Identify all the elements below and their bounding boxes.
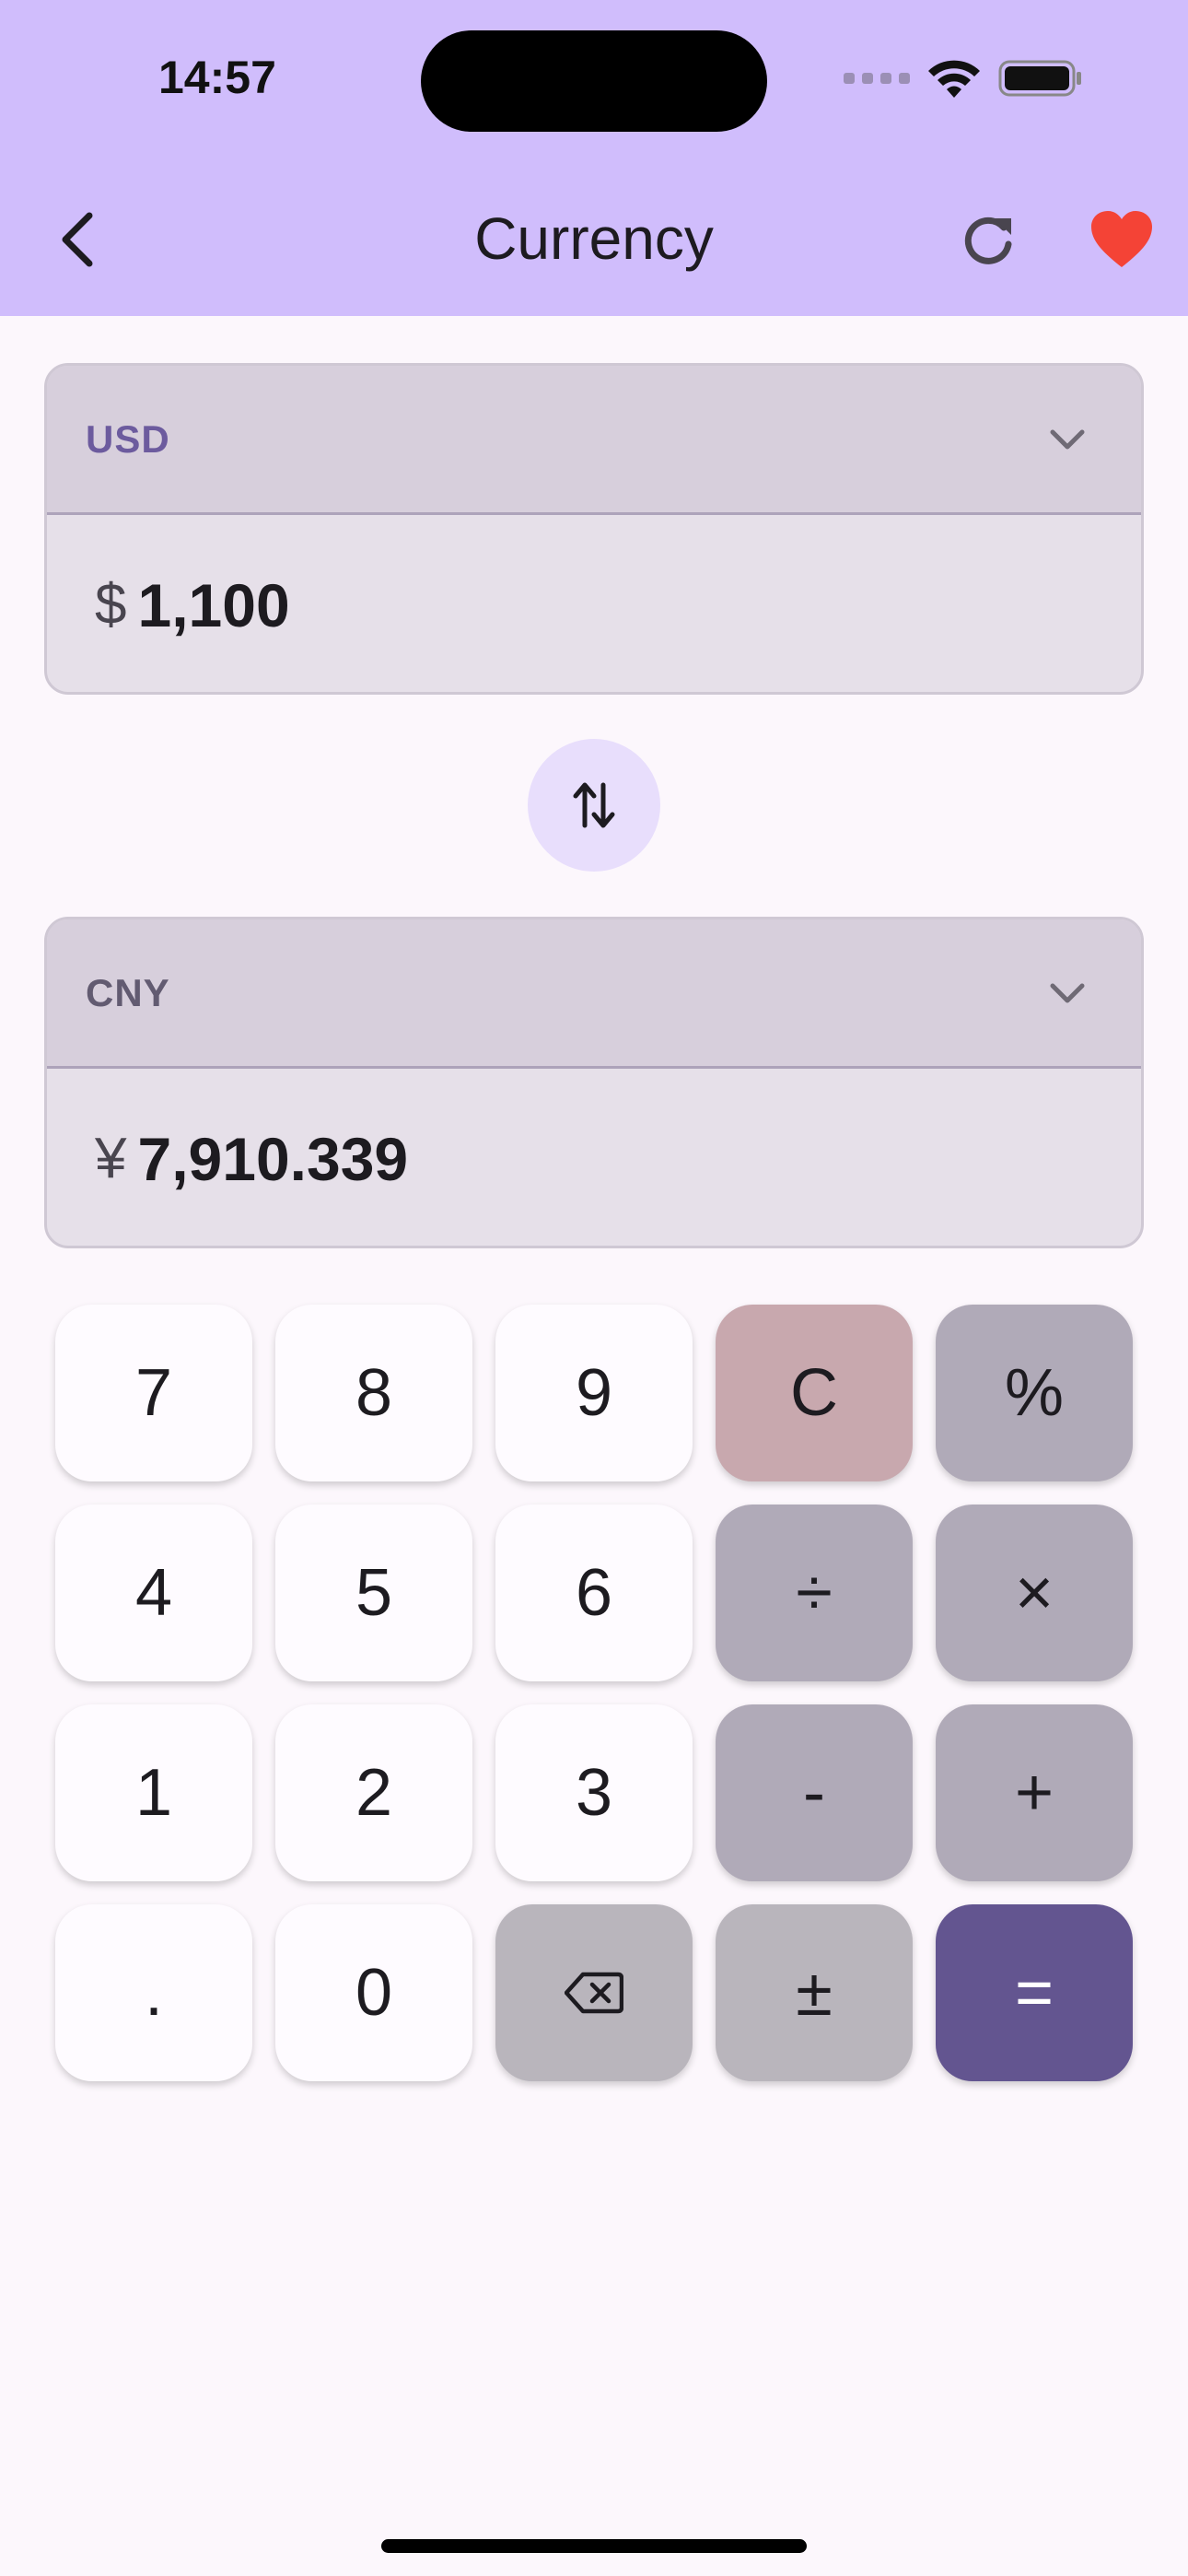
key-3[interactable]: 3 bbox=[495, 1704, 693, 1881]
from-currency-code: USD bbox=[86, 416, 170, 461]
chevron-down-icon bbox=[1050, 983, 1085, 1003]
status-time: 14:57 bbox=[158, 52, 276, 103]
percent-button[interactable]: % bbox=[936, 1305, 1133, 1481]
cellular-signal-icon bbox=[844, 73, 910, 84]
subtract-button[interactable]: - bbox=[716, 1704, 913, 1881]
divide-button[interactable]: ÷ bbox=[716, 1505, 913, 1681]
backspace-icon bbox=[565, 1972, 623, 2014]
chevron-down-icon bbox=[1050, 429, 1085, 450]
to-amount-value: 7,910.339 bbox=[137, 1124, 409, 1193]
favorite-button[interactable] bbox=[1089, 210, 1154, 269]
refresh-icon bbox=[964, 217, 1012, 264]
key-7[interactable]: 7 bbox=[55, 1305, 252, 1481]
status-icons bbox=[844, 55, 1083, 101]
equals-button[interactable]: = bbox=[936, 1904, 1133, 2081]
backspace-button[interactable] bbox=[495, 1904, 693, 2081]
battery-icon bbox=[998, 60, 1081, 97]
from-currency-card: USD $ 1,100 bbox=[44, 363, 1144, 695]
from-currency-selector[interactable]: USD bbox=[47, 366, 1141, 515]
swap-vertical-icon bbox=[573, 782, 615, 828]
swap-currencies-button[interactable] bbox=[528, 739, 660, 872]
key-1[interactable]: 1 bbox=[55, 1704, 252, 1881]
decimal-point-button[interactable]: . bbox=[55, 1904, 252, 2081]
from-amount-value: 1,100 bbox=[137, 570, 290, 639]
wifi-icon bbox=[928, 60, 980, 98]
multiply-button[interactable]: × bbox=[936, 1505, 1133, 1681]
key-2[interactable]: 2 bbox=[275, 1704, 472, 1881]
key-4[interactable]: 4 bbox=[55, 1505, 252, 1681]
key-8[interactable]: 8 bbox=[275, 1305, 472, 1481]
add-button[interactable]: + bbox=[936, 1704, 1133, 1881]
key-5[interactable]: 5 bbox=[275, 1505, 472, 1681]
to-currency-card: CNY ¥ 7,910.339 bbox=[44, 917, 1144, 1248]
to-currency-symbol: ¥ bbox=[95, 1127, 127, 1190]
dynamic-island bbox=[421, 30, 767, 132]
to-amount-field[interactable]: ¥ 7,910.339 bbox=[47, 1069, 1141, 1246]
plus-minus-button[interactable]: ± bbox=[716, 1904, 913, 2081]
key-6[interactable]: 6 bbox=[495, 1505, 693, 1681]
key-0[interactable]: 0 bbox=[275, 1904, 472, 2081]
clear-button[interactable]: C bbox=[716, 1305, 913, 1481]
home-indicator[interactable] bbox=[381, 2539, 807, 2553]
to-currency-selector[interactable]: CNY bbox=[47, 919, 1141, 1069]
from-amount-field[interactable]: $ 1,100 bbox=[47, 515, 1141, 692]
from-currency-symbol: $ bbox=[95, 573, 127, 637]
heart-icon bbox=[1091, 211, 1152, 267]
key-9[interactable]: 9 bbox=[495, 1305, 693, 1481]
app-header: 14:57 Currency bbox=[0, 0, 1188, 316]
to-currency-code: CNY bbox=[86, 970, 170, 1014]
refresh-button[interactable] bbox=[958, 207, 1020, 270]
